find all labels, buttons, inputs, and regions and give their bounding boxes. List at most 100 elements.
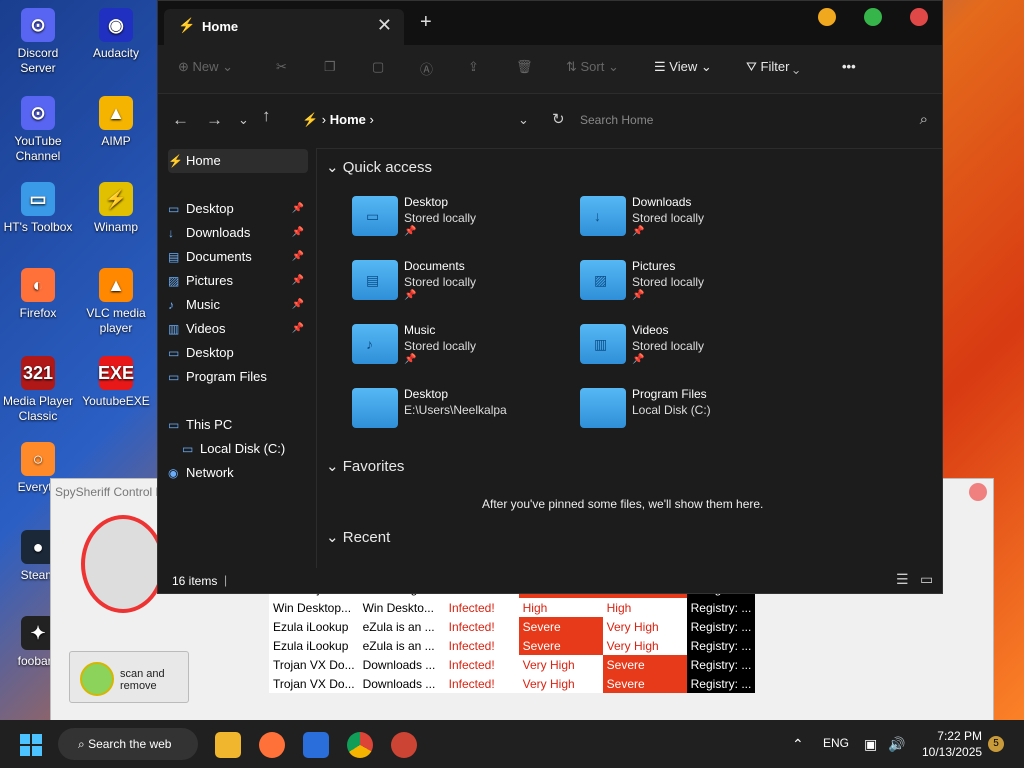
favorites-header[interactable]: ⌄ Favorites — [326, 457, 404, 475]
sidebar-item[interactable]: ▭ Desktop — [168, 341, 308, 365]
status-bar: 16 items | ☰ ▭ — [158, 568, 942, 593]
table-row[interactable]: Win Desktop... Win Deskto... Infected! High… — [269, 598, 756, 617]
sidebar-item[interactable]: ⚡ Home — [168, 149, 308, 173]
desktop-icon[interactable]: ▲ VLC media player — [78, 268, 154, 336]
folder-name: Desktop — [404, 195, 449, 209]
filter-button[interactable]: ⛛ Filter ⌄ — [746, 59, 799, 75]
paste-icon[interactable]: ▢ — [372, 59, 384, 75]
sidebar-item[interactable]: ▭ This PC — [168, 413, 308, 437]
spysheriff-taskbar-icon[interactable] — [391, 732, 417, 758]
view-button[interactable]: ☰ View ⌄ — [654, 59, 712, 75]
cut-icon[interactable]: ✂ — [276, 59, 287, 75]
minimize-button[interactable] — [818, 8, 836, 26]
desktop-icon[interactable]: ⊙ Discord Server — [0, 8, 76, 76]
sort-button[interactable]: ⇅ Sort ⌄ — [566, 59, 619, 75]
store-icon[interactable] — [303, 732, 329, 758]
sidebar-item[interactable]: ▭ Program Files — [168, 365, 308, 389]
sidebar-item[interactable]: ▥ Videos 📌 — [168, 317, 308, 341]
tiles-view-icon[interactable]: ▭ — [920, 571, 933, 588]
volume-icon[interactable]: 🔊 — [888, 736, 905, 753]
file-explorer-icon[interactable] — [215, 732, 241, 758]
folder-icon: ▨ — [168, 274, 180, 288]
pin-icon: 📌 — [632, 226, 645, 237]
table-cell: Severe — [602, 674, 687, 693]
sidebar-item[interactable]: ♪ Music 📌 — [168, 293, 308, 317]
table-row[interactable]: Ezula iLookup eZula is an ... Infected! Sev… — [269, 617, 756, 636]
desktop-icon-label: YouTube Channel — [14, 134, 62, 163]
chrome-icon[interactable] — [347, 732, 373, 758]
language-indicator[interactable]: ENG — [823, 736, 849, 750]
rename-icon[interactable]: Ⓐ — [420, 59, 433, 78]
pin-icon: 📌 — [404, 354, 417, 365]
firefox-icon[interactable] — [259, 732, 285, 758]
desktop-icon[interactable]: EXE YoutubeEXE — [78, 356, 154, 409]
address-dropdown-icon[interactable]: ⌄ — [518, 112, 529, 128]
close-tab-icon[interactable]: ✕ — [377, 15, 392, 36]
back-icon[interactable]: ← — [172, 110, 189, 130]
breadcrumb-home[interactable]: Home — [330, 112, 366, 127]
recent-locations-icon[interactable]: ⌄ — [238, 112, 249, 128]
folder-name: Downloads — [632, 195, 692, 209]
folder-name: Music — [404, 323, 436, 337]
sidebar-item[interactable]: ◉ Network — [168, 461, 308, 485]
details-view-icon[interactable]: ☰ — [896, 571, 909, 588]
search-icon[interactable]: ⌕ — [920, 106, 928, 134]
new-tab-button[interactable]: + — [420, 11, 432, 34]
desktop-icon[interactable]: 321 Media Player Classic — [0, 356, 76, 424]
quick-access-folder[interactable]: ▤ Documents Stored locally 📌 — [352, 258, 552, 310]
sidebar-item[interactable]: ▨ Pictures 📌 — [168, 269, 308, 293]
quick-access-folder[interactable]: ♪ Music Stored locally 📌 — [352, 322, 552, 374]
network-icon[interactable]: ▣ — [864, 736, 877, 753]
search-icon: ⌕ — [78, 737, 85, 751]
delete-icon[interactable]: 🗑 — [516, 59, 533, 75]
desktop-icon[interactable]: ⚡ Winamp — [78, 182, 154, 235]
tab-home[interactable]: ⚡ Home ✕ — [164, 9, 404, 45]
scan-and-remove-button[interactable]: scan and remove — [69, 651, 189, 703]
quick-access-folder[interactable]: ▨ Pictures Stored locally 📌 — [580, 258, 780, 310]
new-button[interactable]: ⊕ New ⌄ — [178, 59, 233, 75]
share-icon[interactable]: ⇪ — [468, 59, 479, 75]
close-button[interactable] — [969, 483, 987, 501]
desktop-icon-label: HT's Toolbox — [3, 220, 73, 234]
time: 7:22 PM — [937, 729, 982, 743]
quick-access-folder[interactable]: ▥ Videos Stored locally 📌 — [580, 322, 780, 374]
maximize-button[interactable] — [864, 8, 882, 26]
search-box[interactable]: ⌕ Search the web — [58, 728, 198, 760]
forward-icon[interactable]: → — [206, 110, 223, 130]
table-cell: Infected! — [444, 636, 519, 655]
breadcrumb[interactable]: ⚡ › Home › — [302, 106, 536, 134]
sidebar-item-label: Pictures — [186, 273, 233, 288]
clock[interactable]: 7:22 PM 10/13/2025 — [922, 728, 982, 760]
close-window-button[interactable] — [910, 8, 928, 26]
quick-access-folder[interactable]: Desktop E:\Users\Neelkalpa — [352, 386, 552, 438]
table-row[interactable]: Trojan VX Do... Downloads ... Infected! Ver… — [269, 655, 756, 674]
desktop-icon[interactable]: ▲ AIMP — [78, 96, 154, 149]
quick-access-folder[interactable]: ↓ Downloads Stored locally 📌 — [580, 194, 780, 246]
sidebar-item[interactable]: ↓ Downloads 📌 — [168, 221, 308, 245]
show-hidden-icons[interactable]: ⌃ — [792, 736, 804, 753]
table-row[interactable]: Ezula iLookup eZula is an ... Infected! Sev… — [269, 636, 756, 655]
recent-header[interactable]: ⌄ Recent — [326, 528, 390, 546]
sidebar-item[interactable]: ▤ Documents 📌 — [168, 245, 308, 269]
quick-access-folder[interactable]: Program Files Local Disk (C:) — [580, 386, 780, 438]
table-cell: Registry: ... — [686, 636, 756, 655]
table-row[interactable]: Trojan VX Do... Downloads ... Infected! Ver… — [269, 674, 756, 693]
refresh-icon[interactable]: ↻ — [552, 110, 565, 128]
sidebar-item[interactable]: ▭ Desktop 📌 — [168, 197, 308, 221]
up-icon[interactable]: ↑ — [262, 106, 271, 126]
desktop-icon[interactable]: ▭ HT's Toolbox — [0, 182, 76, 235]
desktop-icon[interactable]: ◉ Audacity — [78, 8, 154, 61]
search-input[interactable]: Search Home ⌕ — [580, 106, 932, 134]
quick-access-folder[interactable]: ▭ Desktop Stored locally 📌 — [352, 194, 552, 246]
desktop-icon[interactable]: ◐ Firefox — [0, 268, 76, 321]
sidebar-item[interactable]: ▭ Local Disk (C:) — [182, 437, 322, 461]
more-options-button[interactable]: ••• — [842, 59, 856, 74]
scan-icon — [80, 662, 114, 696]
sidebar-item-label: Local Disk (C:) — [200, 441, 286, 456]
start-button[interactable] — [20, 734, 42, 756]
folder-icon: ♪ — [168, 298, 174, 312]
copy-icon[interactable]: ❐ — [324, 59, 336, 75]
quick-access-header[interactable]: ⌄ Quick access — [326, 158, 432, 176]
desktop-icon[interactable]: ⊙ YouTube Channel — [0, 96, 76, 164]
notification-badge[interactable]: 5 — [988, 736, 1004, 752]
